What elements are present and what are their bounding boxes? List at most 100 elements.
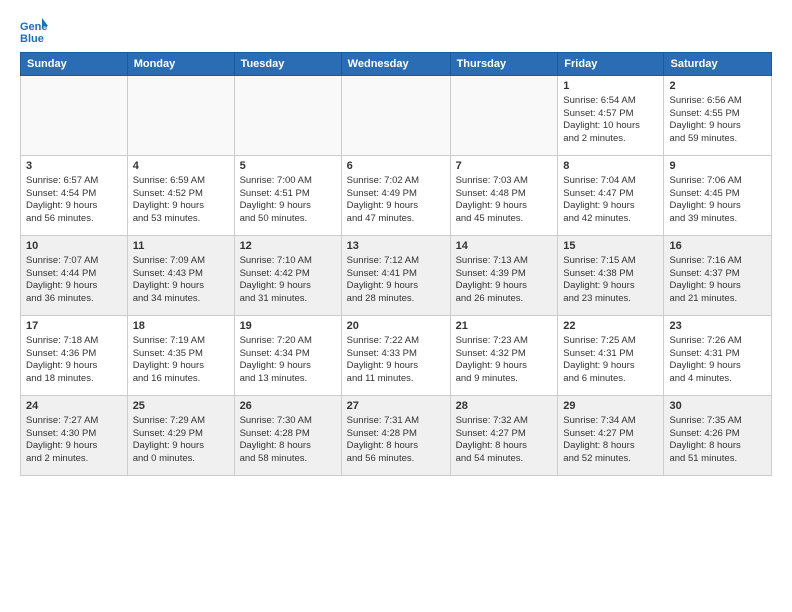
calendar-cell [341, 76, 450, 156]
day-number: 5 [240, 159, 336, 174]
day-number: 28 [456, 399, 553, 414]
day-info: Sunrise: 7:04 AM Sunset: 4:47 PM Dayligh… [563, 175, 658, 226]
calendar-cell [21, 76, 128, 156]
day-info: Sunrise: 7:06 AM Sunset: 4:45 PM Dayligh… [669, 175, 766, 226]
day-info: Sunrise: 7:27 AM Sunset: 4:30 PM Dayligh… [26, 415, 122, 466]
logo-icon: General Blue [20, 16, 48, 44]
calendar-cell [234, 76, 341, 156]
calendar-cell: 2Sunrise: 6:56 AM Sunset: 4:55 PM Daylig… [664, 76, 772, 156]
day-info: Sunrise: 7:02 AM Sunset: 4:49 PM Dayligh… [347, 175, 445, 226]
day-info: Sunrise: 7:22 AM Sunset: 4:33 PM Dayligh… [347, 335, 445, 386]
day-info: Sunrise: 7:31 AM Sunset: 4:28 PM Dayligh… [347, 415, 445, 466]
header: General Blue [20, 16, 772, 44]
day-info: Sunrise: 7:19 AM Sunset: 4:35 PM Dayligh… [133, 335, 229, 386]
day-number: 10 [26, 239, 122, 254]
weekday-header-row: SundayMondayTuesdayWednesdayThursdayFrid… [21, 53, 772, 76]
calendar-cell: 14Sunrise: 7:13 AM Sunset: 4:39 PM Dayli… [450, 236, 558, 316]
week-row-4: 24Sunrise: 7:27 AM Sunset: 4:30 PM Dayli… [21, 396, 772, 476]
logo: General Blue [20, 16, 52, 44]
day-number: 8 [563, 159, 658, 174]
day-info: Sunrise: 7:16 AM Sunset: 4:37 PM Dayligh… [669, 255, 766, 306]
day-info: Sunrise: 7:23 AM Sunset: 4:32 PM Dayligh… [456, 335, 553, 386]
day-info: Sunrise: 7:00 AM Sunset: 4:51 PM Dayligh… [240, 175, 336, 226]
calendar-cell: 22Sunrise: 7:25 AM Sunset: 4:31 PM Dayli… [558, 316, 664, 396]
calendar-cell: 10Sunrise: 7:07 AM Sunset: 4:44 PM Dayli… [21, 236, 128, 316]
day-info: Sunrise: 6:54 AM Sunset: 4:57 PM Dayligh… [563, 95, 658, 146]
day-info: Sunrise: 7:20 AM Sunset: 4:34 PM Dayligh… [240, 335, 336, 386]
day-info: Sunrise: 7:12 AM Sunset: 4:41 PM Dayligh… [347, 255, 445, 306]
day-number: 13 [347, 239, 445, 254]
day-info: Sunrise: 7:34 AM Sunset: 4:27 PM Dayligh… [563, 415, 658, 466]
weekday-header-thursday: Thursday [450, 53, 558, 76]
calendar-cell: 28Sunrise: 7:32 AM Sunset: 4:27 PM Dayli… [450, 396, 558, 476]
calendar-cell: 6Sunrise: 7:02 AM Sunset: 4:49 PM Daylig… [341, 156, 450, 236]
day-info: Sunrise: 7:25 AM Sunset: 4:31 PM Dayligh… [563, 335, 658, 386]
weekday-header-tuesday: Tuesday [234, 53, 341, 76]
day-number: 27 [347, 399, 445, 414]
day-number: 25 [133, 399, 229, 414]
calendar-cell: 4Sunrise: 6:59 AM Sunset: 4:52 PM Daylig… [127, 156, 234, 236]
calendar-cell: 20Sunrise: 7:22 AM Sunset: 4:33 PM Dayli… [341, 316, 450, 396]
day-number: 4 [133, 159, 229, 174]
weekday-header-friday: Friday [558, 53, 664, 76]
day-number: 21 [456, 319, 553, 334]
day-info: Sunrise: 6:56 AM Sunset: 4:55 PM Dayligh… [669, 95, 766, 146]
calendar: SundayMondayTuesdayWednesdayThursdayFrid… [20, 52, 772, 476]
day-number: 18 [133, 319, 229, 334]
day-number: 3 [26, 159, 122, 174]
day-number: 17 [26, 319, 122, 334]
calendar-cell: 19Sunrise: 7:20 AM Sunset: 4:34 PM Dayli… [234, 316, 341, 396]
weekday-header-sunday: Sunday [21, 53, 128, 76]
day-info: Sunrise: 7:29 AM Sunset: 4:29 PM Dayligh… [133, 415, 229, 466]
day-number: 2 [669, 79, 766, 94]
calendar-cell: 30Sunrise: 7:35 AM Sunset: 4:26 PM Dayli… [664, 396, 772, 476]
day-number: 9 [669, 159, 766, 174]
day-number: 14 [456, 239, 553, 254]
weekday-header-wednesday: Wednesday [341, 53, 450, 76]
day-info: Sunrise: 7:10 AM Sunset: 4:42 PM Dayligh… [240, 255, 336, 306]
day-number: 11 [133, 239, 229, 254]
day-info: Sunrise: 7:03 AM Sunset: 4:48 PM Dayligh… [456, 175, 553, 226]
day-info: Sunrise: 6:57 AM Sunset: 4:54 PM Dayligh… [26, 175, 122, 226]
day-number: 16 [669, 239, 766, 254]
calendar-cell: 5Sunrise: 7:00 AM Sunset: 4:51 PM Daylig… [234, 156, 341, 236]
day-info: Sunrise: 6:59 AM Sunset: 4:52 PM Dayligh… [133, 175, 229, 226]
day-info: Sunrise: 7:32 AM Sunset: 4:27 PM Dayligh… [456, 415, 553, 466]
day-info: Sunrise: 7:09 AM Sunset: 4:43 PM Dayligh… [133, 255, 229, 306]
day-info: Sunrise: 7:13 AM Sunset: 4:39 PM Dayligh… [456, 255, 553, 306]
calendar-cell: 3Sunrise: 6:57 AM Sunset: 4:54 PM Daylig… [21, 156, 128, 236]
weekday-header-saturday: Saturday [664, 53, 772, 76]
calendar-cell: 27Sunrise: 7:31 AM Sunset: 4:28 PM Dayli… [341, 396, 450, 476]
week-row-0: 1Sunrise: 6:54 AM Sunset: 4:57 PM Daylig… [21, 76, 772, 156]
calendar-cell: 23Sunrise: 7:26 AM Sunset: 4:31 PM Dayli… [664, 316, 772, 396]
calendar-cell: 18Sunrise: 7:19 AM Sunset: 4:35 PM Dayli… [127, 316, 234, 396]
day-number: 29 [563, 399, 658, 414]
calendar-cell: 13Sunrise: 7:12 AM Sunset: 4:41 PM Dayli… [341, 236, 450, 316]
day-number: 20 [347, 319, 445, 334]
calendar-cell: 12Sunrise: 7:10 AM Sunset: 4:42 PM Dayli… [234, 236, 341, 316]
day-info: Sunrise: 7:30 AM Sunset: 4:28 PM Dayligh… [240, 415, 336, 466]
day-number: 19 [240, 319, 336, 334]
calendar-cell: 11Sunrise: 7:09 AM Sunset: 4:43 PM Dayli… [127, 236, 234, 316]
week-row-3: 17Sunrise: 7:18 AM Sunset: 4:36 PM Dayli… [21, 316, 772, 396]
day-number: 1 [563, 79, 658, 94]
page: General Blue SundayMondayTuesdayWednesda… [0, 0, 792, 612]
day-number: 30 [669, 399, 766, 414]
calendar-cell [127, 76, 234, 156]
week-row-1: 3Sunrise: 6:57 AM Sunset: 4:54 PM Daylig… [21, 156, 772, 236]
weekday-header-monday: Monday [127, 53, 234, 76]
calendar-cell: 8Sunrise: 7:04 AM Sunset: 4:47 PM Daylig… [558, 156, 664, 236]
day-number: 15 [563, 239, 658, 254]
calendar-cell: 25Sunrise: 7:29 AM Sunset: 4:29 PM Dayli… [127, 396, 234, 476]
calendar-cell: 1Sunrise: 6:54 AM Sunset: 4:57 PM Daylig… [558, 76, 664, 156]
calendar-cell: 9Sunrise: 7:06 AM Sunset: 4:45 PM Daylig… [664, 156, 772, 236]
day-info: Sunrise: 7:15 AM Sunset: 4:38 PM Dayligh… [563, 255, 658, 306]
calendar-cell: 29Sunrise: 7:34 AM Sunset: 4:27 PM Dayli… [558, 396, 664, 476]
calendar-cell: 26Sunrise: 7:30 AM Sunset: 4:28 PM Dayli… [234, 396, 341, 476]
day-info: Sunrise: 7:18 AM Sunset: 4:36 PM Dayligh… [26, 335, 122, 386]
calendar-cell [450, 76, 558, 156]
day-number: 22 [563, 319, 658, 334]
day-info: Sunrise: 7:35 AM Sunset: 4:26 PM Dayligh… [669, 415, 766, 466]
day-info: Sunrise: 7:26 AM Sunset: 4:31 PM Dayligh… [669, 335, 766, 386]
calendar-cell: 7Sunrise: 7:03 AM Sunset: 4:48 PM Daylig… [450, 156, 558, 236]
